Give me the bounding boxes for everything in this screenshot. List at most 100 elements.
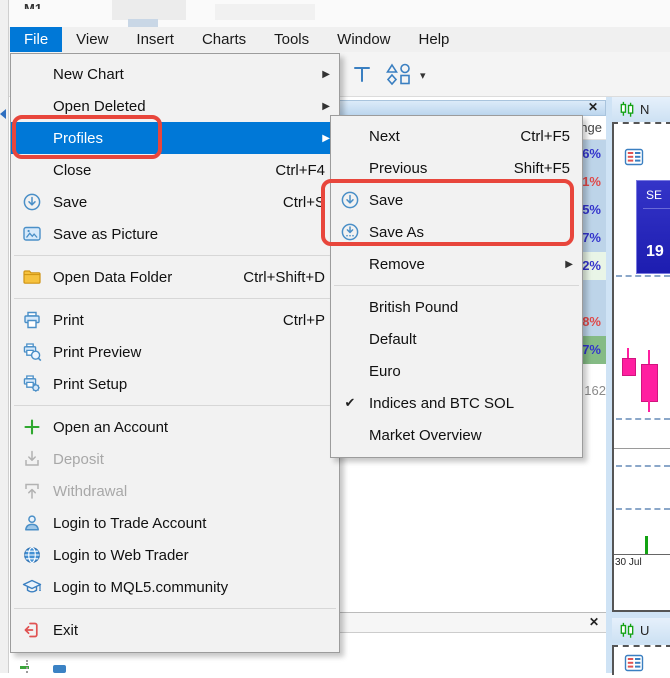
menubar-item-charts[interactable]: Charts bbox=[188, 27, 260, 52]
submenu-item-remove[interactable]: Remove ▶ bbox=[331, 248, 582, 280]
submenu-item-british-pound[interactable]: British Pound bbox=[331, 291, 582, 323]
change-value: 2% bbox=[582, 258, 601, 273]
menu-separator bbox=[334, 285, 579, 286]
menubar-label: File bbox=[24, 31, 48, 48]
grid-line bbox=[616, 275, 670, 277]
submenu-item-euro[interactable]: Euro bbox=[331, 355, 582, 387]
menu-item-open-an-account[interactable]: Open an Account bbox=[11, 411, 339, 443]
candle-wick bbox=[648, 400, 650, 412]
submenu-item-default[interactable]: Default bbox=[331, 323, 582, 355]
withdrawal-icon bbox=[22, 481, 42, 501]
market-watch-close-button[interactable]: ✕ bbox=[585, 99, 601, 115]
candlestick-chart-icon bbox=[618, 621, 636, 640]
change-value: 6% bbox=[582, 146, 601, 161]
menu-item-label: New Chart bbox=[53, 66, 339, 83]
chevron-down-icon: ▾ bbox=[420, 70, 426, 82]
menubar-item-window[interactable]: Window bbox=[323, 27, 404, 52]
menu-separator bbox=[14, 608, 336, 609]
menu-item-login-to-trade-account[interactable]: Login to Trade Account bbox=[11, 507, 339, 539]
menubar-label: Window bbox=[337, 31, 390, 48]
menu-item-deposit: Deposit bbox=[11, 443, 339, 475]
menubar-label: Help bbox=[419, 31, 450, 48]
candlestick bbox=[641, 364, 658, 402]
x-axis-label: 30 Jul bbox=[615, 557, 642, 568]
menubar-item-tools[interactable]: Tools bbox=[260, 27, 323, 52]
print-setup-icon bbox=[22, 374, 42, 394]
shapes-dropdown-button[interactable]: ▾ bbox=[420, 69, 426, 82]
menu-item-open-data-folder[interactable]: Open Data Folder Ctrl+Shift+D bbox=[11, 261, 339, 293]
menu-item-print[interactable]: Print Ctrl+P bbox=[11, 304, 339, 336]
chart-window-title[interactable]: N bbox=[612, 97, 670, 122]
file-menu: New Chart ▶ Open Deleted ▶ Profiles ▶ Cl… bbox=[10, 53, 340, 653]
menu-item-label: Exit bbox=[53, 622, 339, 639]
crosshair-icon bbox=[350, 62, 374, 86]
left-toolbar-strip bbox=[0, 0, 9, 673]
icon-space bbox=[11, 449, 53, 469]
submenu-item-next[interactable]: Next Ctrl+F5 bbox=[331, 120, 582, 152]
grid-line bbox=[616, 418, 670, 420]
one-click-trading-icon[interactable] bbox=[623, 147, 645, 172]
shapes-icon bbox=[384, 62, 412, 86]
titlebar: M1 bbox=[0, 0, 670, 27]
menu-item-close[interactable]: Close Ctrl+F4 bbox=[11, 154, 339, 186]
bottom-panel-header[interactable] bbox=[336, 612, 606, 633]
picture-icon bbox=[22, 224, 42, 244]
menubar-item-view[interactable]: View bbox=[62, 27, 122, 52]
submenu-item-save-as[interactable]: Save As bbox=[331, 216, 582, 248]
menubar-label: Insert bbox=[136, 31, 174, 48]
icon-space bbox=[11, 620, 53, 640]
submenu-arrow-icon: ▶ bbox=[565, 259, 573, 270]
menubar-item-help[interactable]: Help bbox=[405, 27, 464, 52]
bottom-panel-close-button[interactable]: ✕ bbox=[586, 614, 602, 630]
submenu-item-market-overview[interactable]: Market Overview bbox=[331, 419, 582, 451]
menu-item-open-deleted[interactable]: Open Deleted ▶ bbox=[11, 90, 339, 122]
submenu-arrow-icon: ▶ bbox=[322, 69, 330, 80]
save-icon bbox=[22, 192, 42, 212]
menu-item-label: Withdrawal bbox=[53, 483, 339, 500]
menu-item-label: Print Setup bbox=[53, 376, 339, 393]
x-axis bbox=[614, 554, 670, 555]
menubar-item-insert[interactable]: Insert bbox=[122, 27, 188, 52]
menu-item-label: Close bbox=[53, 162, 275, 179]
menu-item-profiles[interactable]: Profiles ▶ bbox=[11, 122, 339, 154]
menu-item-new-chart[interactable]: New Chart ▶ bbox=[11, 58, 339, 90]
menubar: File View Insert Charts Tools Window Hel… bbox=[0, 27, 670, 52]
change-value: 1% bbox=[582, 174, 601, 189]
menu-item-save-as-picture[interactable]: Save as Picture bbox=[11, 218, 339, 250]
menu-item-label: Login to MQL5.community bbox=[53, 579, 339, 596]
plus-icon bbox=[22, 417, 42, 437]
print-preview-icon bbox=[22, 342, 42, 362]
icon-space bbox=[11, 342, 53, 362]
icon-space bbox=[11, 513, 53, 533]
crosshair-tool-button[interactable] bbox=[350, 62, 374, 91]
submenu-item-previous[interactable]: Previous Shift+F5 bbox=[331, 152, 582, 184]
menu-item-label: Print bbox=[53, 312, 283, 329]
sell-panel[interactable]: SE 19 bbox=[636, 180, 670, 274]
menubar-label: Charts bbox=[202, 31, 246, 48]
menu-item-print-preview[interactable]: Print Preview bbox=[11, 336, 339, 368]
menu-item-exit[interactable]: Exit bbox=[11, 614, 339, 646]
menu-item-print-setup[interactable]: Print Setup bbox=[11, 368, 339, 400]
checkmark-icon: ✔ bbox=[345, 395, 356, 411]
change-value: 5% bbox=[582, 202, 601, 217]
menu-item-shortcut: Ctrl+F4 bbox=[275, 162, 325, 179]
save-icon bbox=[340, 190, 360, 210]
menu-item-save[interactable]: Save Ctrl+S bbox=[11, 186, 339, 218]
menu-item-label: Market Overview bbox=[369, 427, 582, 444]
menu-item-login-to-web-trader[interactable]: Login to Web Trader bbox=[11, 539, 339, 571]
one-click-trading-icon[interactable] bbox=[623, 653, 645, 678]
market-watch-header[interactable] bbox=[336, 100, 606, 116]
data-window-icon bbox=[623, 653, 645, 673]
shapes-tool-button[interactable] bbox=[384, 62, 412, 91]
submenu-item-save[interactable]: Save bbox=[331, 184, 582, 216]
menu-separator bbox=[14, 298, 336, 299]
deposit-icon bbox=[22, 449, 42, 469]
submenu-item-indices-and-btc-sol[interactable]: ✔ Indices and BTC SOL bbox=[331, 387, 582, 419]
chart-window-title[interactable]: U bbox=[612, 618, 670, 643]
titlebar-block bbox=[128, 19, 158, 27]
menubar-item-file[interactable]: File bbox=[10, 27, 62, 52]
sell-label: SE bbox=[637, 181, 670, 202]
menu-item-login-to-mql5-community[interactable]: Login to MQL5.community bbox=[11, 571, 339, 603]
close-icon: ✕ bbox=[589, 615, 599, 629]
candlestick bbox=[622, 358, 636, 376]
